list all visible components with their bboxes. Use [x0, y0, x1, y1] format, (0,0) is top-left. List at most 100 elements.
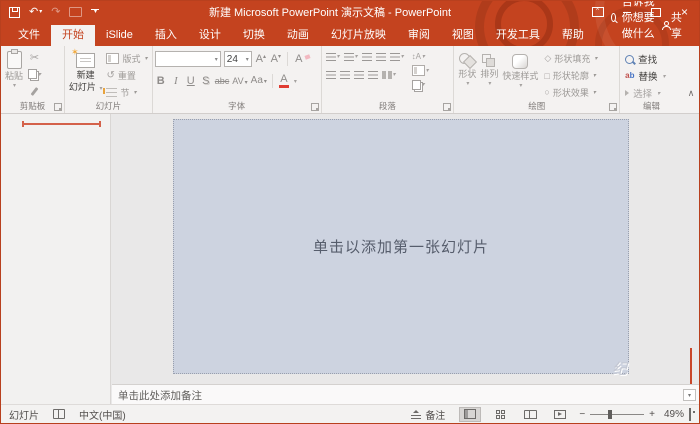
cut-button[interactable]: ✂ [25, 49, 44, 65]
copy-button[interactable]: ▾ [25, 66, 44, 82]
strikethrough-button[interactable]: abc [215, 76, 230, 86]
paragraph-dialog-launcher[interactable] [443, 103, 452, 111]
chevron-down-icon: ▾ [13, 83, 17, 90]
clear-formatting-button[interactable]: A [293, 53, 305, 65]
tab-insert[interactable]: 插入 [144, 25, 188, 46]
tab-transitions[interactable]: 切换 [232, 25, 276, 46]
shape-effects-button[interactable]: ○ 形状效果 ▾ [542, 84, 599, 100]
zoom-slider-thumb[interactable] [608, 409, 613, 419]
tab-file[interactable]: 文件 [7, 25, 51, 46]
brush-icon [30, 86, 39, 96]
zoom-in-button[interactable]: + [649, 409, 655, 420]
share-button[interactable]: 共享 [661, 9, 699, 46]
text-direction-button[interactable]: ↕A ▾ [410, 50, 431, 63]
shapes-button[interactable]: 形状 ▾ [456, 49, 478, 100]
bullets-button[interactable]: ▾ [324, 49, 342, 64]
slide-sorter-view-button[interactable] [489, 407, 511, 422]
italic-button[interactable]: I [170, 75, 182, 87]
align-right-button[interactable] [352, 67, 366, 82]
align-left-button[interactable] [324, 67, 338, 82]
fit-to-window-button[interactable] [689, 407, 691, 421]
quick-styles-button[interactable]: 快速样式 ▾ [500, 49, 540, 100]
customize-qat-button[interactable]: ▾ [91, 9, 100, 15]
bold-button[interactable]: B [155, 75, 167, 87]
save-button[interactable] [9, 6, 20, 18]
quick-styles-label: 快速样式 [502, 71, 539, 81]
format-painter-button[interactable] [25, 83, 44, 99]
reset-button[interactable]: ↺ 重置 [104, 68, 149, 84]
tab-developer[interactable]: 开发工具 [485, 25, 551, 46]
spell-check-button[interactable] [53, 409, 65, 419]
slide-thumbnail-pane[interactable] [1, 114, 111, 404]
zoom-out-button[interactable]: − [579, 409, 585, 420]
collapse-ribbon-button[interactable]: ∧ [683, 46, 699, 113]
slide-insert-indicator [22, 121, 101, 127]
group-label-drawing: 绘图 [528, 101, 546, 111]
grow-font-button[interactable]: A▴ [255, 53, 267, 65]
zoom-slider[interactable] [590, 409, 645, 419]
underline-button[interactable]: U [185, 75, 197, 87]
font-color-button[interactable]: A [278, 74, 290, 88]
decrease-indent-icon [361, 52, 372, 61]
start-slideshow-button[interactable] [69, 7, 83, 17]
proofing-book-icon [53, 409, 65, 419]
align-center-button[interactable] [338, 67, 352, 82]
layout-button[interactable]: 版式 ▾ [104, 51, 149, 67]
tab-view[interactable]: 视图 [441, 25, 485, 46]
tab-home[interactable]: 开始 [51, 25, 95, 46]
slide-canvas[interactable]: 单击以添加第一张幻灯片 [173, 119, 629, 374]
line-spacing-button[interactable]: ▾ [388, 49, 406, 64]
shape-outline-button[interactable]: □ 形状轮廓 ▾ [542, 68, 599, 84]
numbering-button[interactable]: ▾ [342, 49, 360, 64]
notes-pane[interactable]: 单击此处添加备注 [112, 384, 699, 405]
text-shadow-button[interactable]: S [200, 75, 212, 87]
replace-button[interactable]: ab 替换 ▾ [622, 68, 681, 84]
font-name-combobox[interactable]: ▾ [154, 51, 221, 67]
clipboard-dialog-launcher[interactable] [53, 103, 62, 111]
notes-toggle-button[interactable]: 备注 [411, 407, 445, 422]
paste-button[interactable]: 粘贴 ▾ [3, 49, 25, 100]
arrange-button[interactable]: 排列 ▾ [478, 49, 500, 100]
tab-slideshow[interactable]: 幻灯片放映 [320, 25, 397, 46]
align-left-icon [325, 70, 336, 79]
chevron-down-icon: ▾ [293, 78, 297, 85]
select-button[interactable]: 选择 ▾ [622, 85, 681, 101]
tab-islide[interactable]: iSlide [95, 25, 144, 46]
normal-view-button[interactable] [459, 406, 482, 422]
columns-icon [381, 70, 392, 79]
shape-fill-button[interactable]: ◇ 形状填充 ▾ [542, 51, 599, 67]
align-text-button[interactable]: ▾ [410, 64, 431, 77]
find-button[interactable]: 查找 [622, 51, 681, 67]
status-bar: 幻灯片 中文(中国) 备注 − + 49% [1, 404, 699, 423]
align-text-icon [411, 65, 425, 76]
tab-animations[interactable]: 动画 [276, 25, 320, 46]
new-slide-button[interactable]: 新建 幻灯片 ▾ [67, 47, 105, 100]
font-dialog-launcher[interactable] [310, 103, 319, 111]
notes-placeholder-text[interactable]: 单击此处添加备注 [118, 388, 202, 403]
tab-review[interactable]: 审阅 [397, 25, 441, 46]
drawing-dialog-launcher[interactable] [609, 103, 618, 111]
convert-smartart-button[interactable]: ▾ [410, 78, 431, 91]
tell-me-box[interactable]: 告诉我你想要做什么 [610, 1, 661, 46]
change-case-button[interactable]: Aa▾ [251, 76, 267, 86]
character-spacing-button[interactable]: AV▾ [232, 76, 247, 86]
decrease-indent-button[interactable] [360, 49, 374, 64]
undo-button[interactable]: ↶ ▾ [29, 6, 42, 18]
redo-button[interactable]: ↷ [51, 6, 60, 18]
slide-placeholder-text[interactable]: 单击以添加第一张幻灯片 [313, 236, 489, 257]
vertical-scrollbar-mark[interactable] [690, 348, 692, 384]
columns-button[interactable]: ▾ [380, 67, 398, 82]
increase-indent-button[interactable] [374, 49, 388, 64]
ribbon-display-options-button[interactable]: ^ [583, 1, 612, 23]
zoom-level[interactable]: 49% [660, 409, 684, 420]
section-button[interactable]: 节 ▾ [103, 84, 149, 100]
justify-button[interactable] [366, 67, 380, 82]
status-language[interactable]: 中文(中国) [79, 407, 126, 422]
tab-design[interactable]: 设计 [188, 25, 232, 46]
font-size-combobox[interactable]: 24 ▾ [223, 51, 252, 67]
reading-view-button[interactable] [519, 407, 541, 422]
shrink-font-button[interactable]: A▾ [270, 53, 282, 65]
notes-scroll-down-button[interactable]: ▾ [683, 389, 696, 401]
tab-help[interactable]: 帮助 [551, 25, 595, 46]
slideshow-view-button[interactable] [549, 407, 571, 422]
